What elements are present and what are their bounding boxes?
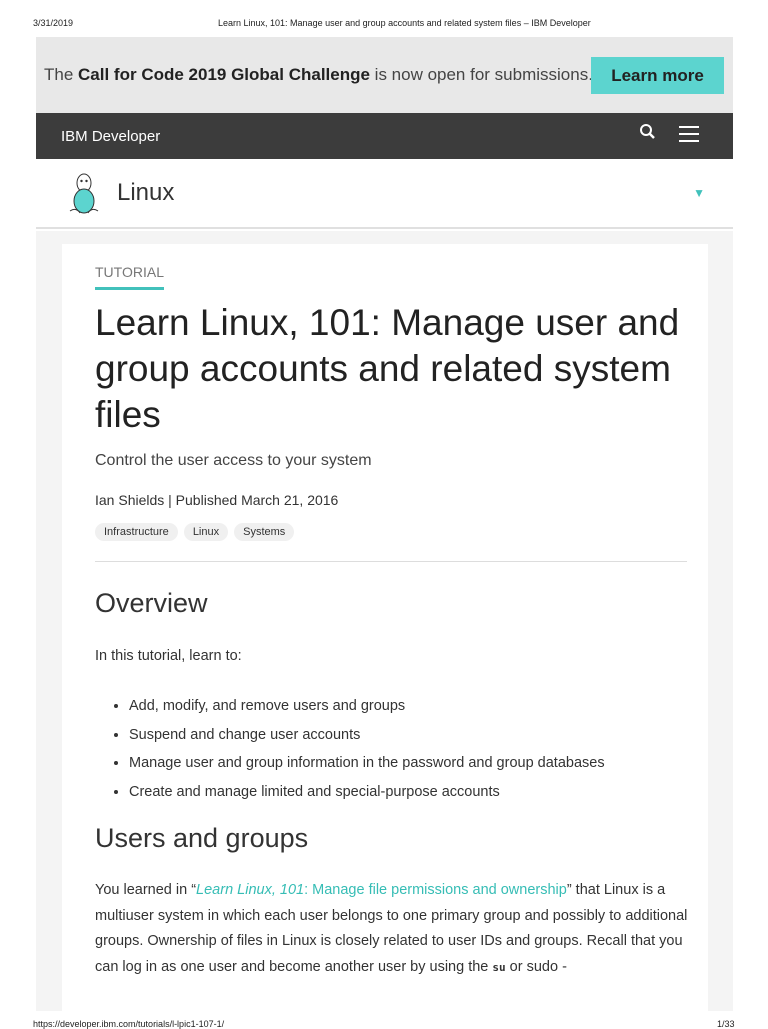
tag-infrastructure[interactable]: Infrastructure <box>95 523 178 541</box>
divider <box>95 561 687 562</box>
objectives-list: Add, modify, and remove users and groups… <box>112 692 605 806</box>
article-subtitle: Control the user access to your system <box>95 452 372 469</box>
list-item: Create and manage limited and special-pu… <box>129 778 605 807</box>
list-item: Add, modify, and remove users and groups <box>129 692 605 721</box>
inline-code: su <box>492 960 506 974</box>
body-paragraph: You learned in “Learn Linux, 101: Manage… <box>95 882 688 975</box>
list-item: Manage user and group information in the… <box>129 749 605 778</box>
page-number: 1/33 <box>717 1019 735 1029</box>
overview-heading: Overview <box>95 588 208 618</box>
learn-more-button[interactable]: Learn more <box>591 57 724 94</box>
print-date: 3/31/2019 <box>33 18 74 28</box>
print-title: Learn Linux, 101: Manage user and group … <box>218 18 591 28</box>
search-icon[interactable] <box>639 123 657 146</box>
tag-list: Infrastructure Linux Systems <box>95 523 295 541</box>
related-tutorial-link[interactable]: Learn Linux, 101: Manage file permission… <box>196 882 567 898</box>
top-nav: IBM Developer <box>36 113 733 159</box>
chevron-down-icon[interactable]: ▼ <box>693 186 705 200</box>
announcement-banner: The Call for Code 2019 Global Challenge … <box>36 37 733 113</box>
topic-header: Linux ▼ <box>36 159 733 229</box>
print-url: https://developer.ibm.com/tutorials/l-lp… <box>33 1019 225 1029</box>
tag-linux[interactable]: Linux <box>183 523 229 541</box>
topic-title[interactable]: Linux <box>117 179 174 207</box>
brand-link[interactable]: IBM Developer <box>61 128 160 145</box>
hamburger-icon[interactable] <box>679 125 699 148</box>
content-type-label: TUTORIAL <box>95 264 164 290</box>
article-title: Learn Linux, 101: Manage user and group … <box>95 302 680 435</box>
intro-text: In this tutorial, learn to: <box>95 648 242 664</box>
article-card: TUTORIAL Learn Linux, 101: Manage user a… <box>62 244 708 1011</box>
users-groups-heading: Users and groups <box>95 823 309 853</box>
list-item: Suspend and change user accounts <box>129 721 605 750</box>
tux-penguin-icon <box>66 171 102 222</box>
byline: Ian Shields | Published March 21, 2016 <box>95 492 339 508</box>
tag-systems[interactable]: Systems <box>234 523 295 541</box>
